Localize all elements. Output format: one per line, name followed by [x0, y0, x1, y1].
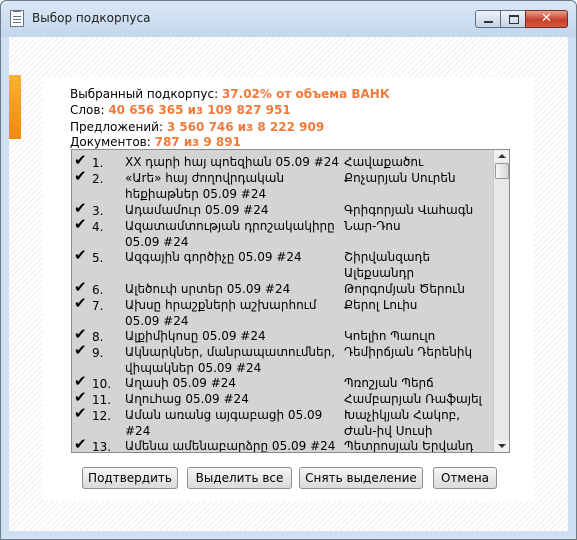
checkbox[interactable]: ✔ [74, 280, 87, 295]
cancel-button[interactable]: Отмена [433, 467, 497, 489]
documents-value: 787 из 9 891 [154, 135, 241, 149]
item-author: Համբարյան Ռաֆայել [344, 392, 482, 406]
item-author: Խաչիկյան Հակոբ, Ժան-իվ Սուսի [344, 408, 461, 438]
maximize-button[interactable] [500, 10, 526, 28]
dialog-client-area: Выбранный подкорпус: 37.02% от объема ВА… [9, 37, 568, 531]
item-author: Դեմիրճյան Դերենիկ [344, 345, 473, 359]
close-button[interactable]: ✕ [525, 10, 568, 28]
item-number: 6. [92, 283, 104, 297]
item-number: 1. [92, 156, 104, 170]
checkbox[interactable]: ✔ [74, 390, 87, 405]
item-author: Թորգոմյան Ծերուն [344, 282, 465, 296]
item-author: Քերոլ Լուիս [344, 298, 418, 312]
item-title: Ազգային գործիչը 05.09 #24 [125, 250, 302, 264]
item-author: Գրիգորյան Վահագն [344, 203, 474, 217]
checkbox[interactable]: ✔ [74, 248, 87, 263]
title-bar[interactable]: Выбор подкорпуса ✕ [1, 1, 576, 37]
list-scrollbar[interactable] [493, 150, 509, 452]
sentences-label: Предложений: [70, 120, 167, 134]
select-all-button[interactable]: Выделить все [187, 467, 292, 489]
item-title: Աման առանց այգաբացի 05.09 #24 [125, 408, 323, 438]
scroll-down-icon[interactable] [494, 440, 509, 452]
item-title: Ազատամտության դրոշակակիրը 05.09 #24 [125, 219, 335, 249]
item-number: 12. [92, 409, 112, 423]
checkbox[interactable]: ✔ [74, 169, 87, 184]
checkbox[interactable]: ✔ [74, 201, 87, 216]
item-number: 2. [92, 172, 104, 186]
checkbox[interactable]: ✔ [74, 153, 87, 168]
item-title: Ամենա ամենաբարձրը 05.09 #24 [125, 439, 336, 453]
item-number: 3. [92, 204, 104, 218]
documents-label: Документов: [70, 135, 155, 149]
sentences-line: Предложений: 3 560 746 из 8 222 909 [70, 119, 324, 135]
scroll-thumb[interactable] [495, 163, 509, 179]
scroll-up-icon[interactable] [494, 150, 509, 162]
item-title: Ալքիմիկոսը 05.09 #24 [125, 329, 266, 343]
document-list[interactable]: ✔ 1. XX դարի հայ պոեզիան 05.09 #24 Հավաք… [71, 149, 510, 453]
item-title: Ակնարկներ, մանրապատումներ, վիպակներ 05.0… [125, 345, 336, 375]
words-value: 40 656 365 из 109 827 951 [108, 103, 291, 117]
item-title: Ադամամուր 05.09 #24 [125, 203, 269, 217]
item-title: Աղուհաց 05.09 #24 [125, 392, 249, 406]
item-title: Աղասի 05.09 #24 [125, 376, 237, 390]
words-label: Слов: [70, 103, 109, 117]
close-icon: ✕ [541, 11, 552, 26]
item-author: Կոելիո Պաուլո [344, 329, 436, 343]
item-number: 10. [92, 377, 112, 391]
item-number: 5. [92, 251, 104, 265]
item-author: Պետրոսյան Երվանդ [344, 439, 474, 453]
confirm-button[interactable]: Подтвердить [82, 467, 178, 489]
checkbox[interactable]: ✔ [74, 374, 87, 389]
checkbox[interactable]: ✔ [74, 437, 87, 452]
item-author: Պռոշյան Պերճ [344, 376, 434, 390]
minimize-icon [484, 21, 493, 23]
deselect-button[interactable]: Снять выделение [299, 467, 423, 489]
checkbox[interactable]: ✔ [74, 406, 87, 421]
item-title: Ալեծուփ սրտեր 05.09 #24 [125, 282, 291, 296]
item-title: Ախսը հրաշքների աշխարհում 05.09 #24 [125, 298, 317, 328]
item-number: 9. [92, 346, 104, 360]
maximize-icon [509, 15, 519, 24]
minimize-button[interactable] [475, 10, 501, 28]
accent-bar [9, 75, 21, 139]
item-number: 7. [92, 299, 104, 313]
subcorpus-value: 37.02% от объема ВАНК [221, 87, 390, 101]
item-author: Քոչարյան Սուրեն [344, 171, 456, 185]
item-author: Շիրվանզադե Ալեքսանդր [344, 250, 431, 280]
item-number: 4. [92, 220, 104, 234]
item-author: Հավաքածու [344, 155, 424, 169]
item-title: «Աrե» հայ ժողովրդական հեքիաթներ 05.09 #2… [125, 171, 285, 201]
checkbox[interactable]: ✔ [74, 296, 87, 311]
subcorpus-label: Выбранный подкорпус: [70, 87, 222, 101]
document-icon [10, 10, 24, 27]
documents-line: Документов: 787 из 9 891 [70, 134, 241, 150]
item-author: Նար-Դոս [344, 219, 401, 233]
item-number: 8. [92, 330, 104, 344]
checkbox[interactable]: ✔ [74, 217, 87, 232]
window-title: Выбор подкорпуса [32, 11, 151, 25]
words-line: Слов: 40 656 365 из 109 827 951 [70, 102, 291, 118]
subcorpus-line: Выбранный подкорпус: 37.02% от объема ВА… [70, 86, 390, 102]
sentences-value: 3 560 746 из 8 222 909 [166, 120, 325, 134]
item-title: XX դարի հայ պոեզիան 05.09 #24 [125, 155, 340, 169]
checkbox[interactable]: ✔ [74, 327, 87, 342]
dialog-window: Выбор подкорпуса ✕ Выбранный подкорпус: … [0, 0, 577, 540]
item-number: 13. [92, 440, 112, 453]
checkbox[interactable]: ✔ [74, 343, 87, 358]
item-number: 11. [92, 393, 112, 407]
